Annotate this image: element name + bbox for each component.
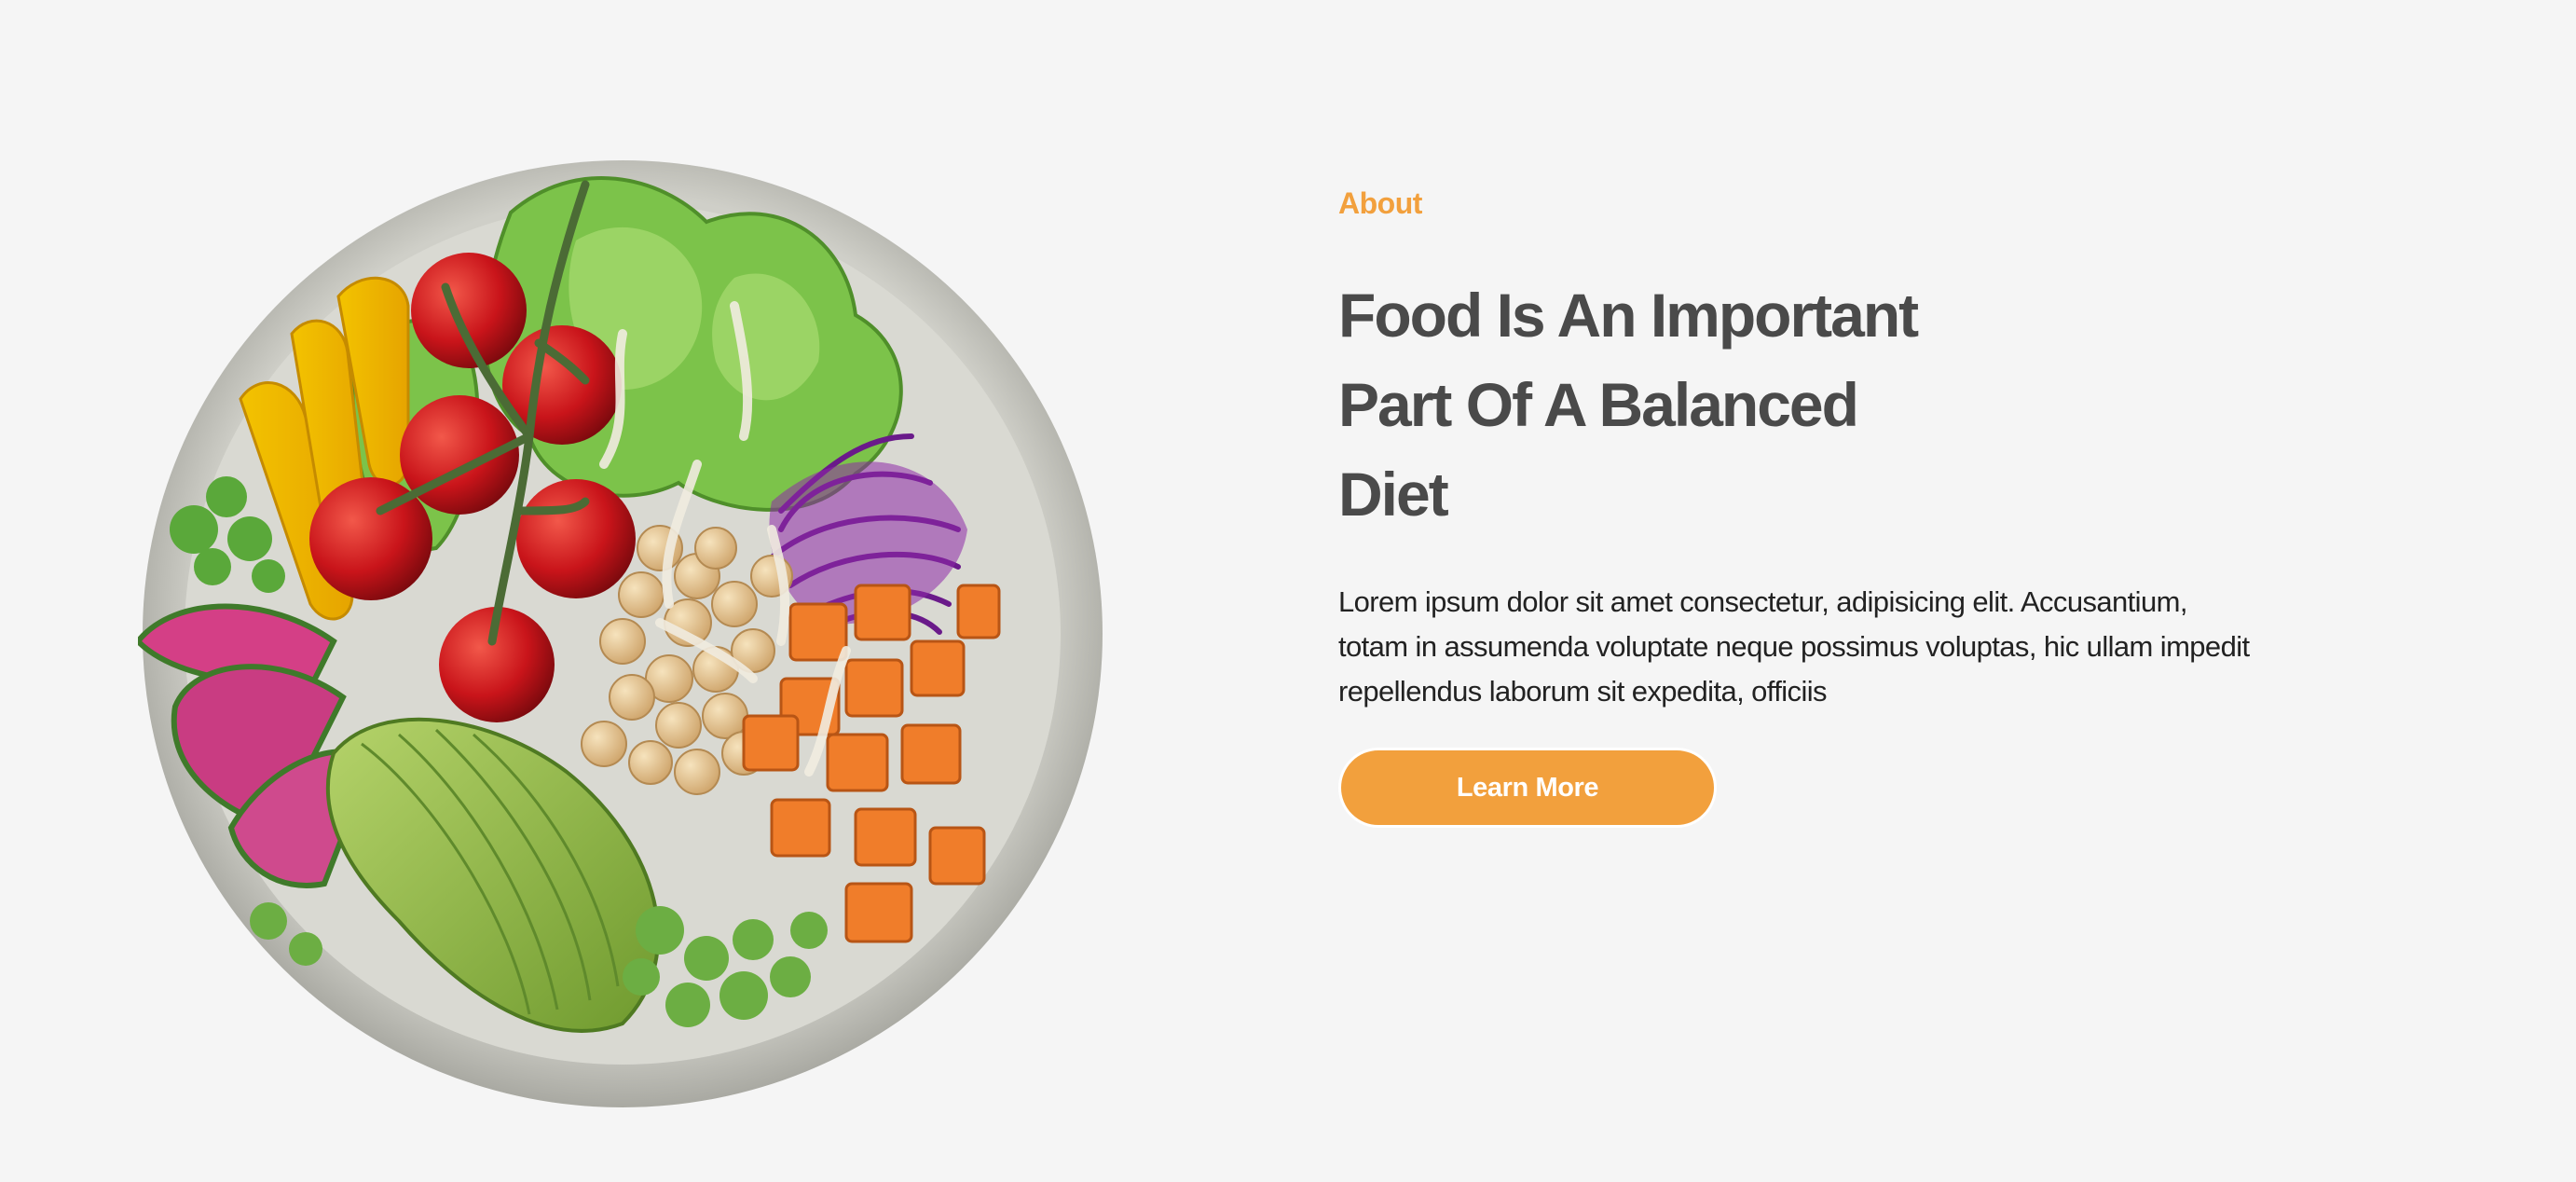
learn-more-button[interactable]: Learn More	[1338, 748, 1717, 828]
section-title: Food Is An Important Part Of A Balanced …	[1338, 270, 1991, 539]
about-section: About Food Is An Important Part Of A Bal…	[0, 0, 2576, 1182]
title-line: Part Of A Balanced	[1338, 370, 1859, 439]
section-description: Lorem ipsum dolor sit amet consectetur, …	[1338, 580, 2326, 714]
about-content: About Food Is An Important Part Of A Bal…	[1338, 183, 2401, 828]
title-line: Food Is An Important	[1338, 281, 1919, 350]
description-line: totam in assumenda voluptate neque possi…	[1338, 630, 2250, 663]
salad-bowl-image	[138, 157, 1126, 1117]
section-eyebrow: About	[1338, 186, 1422, 220]
title-line: Diet	[1338, 460, 1449, 529]
description-line: repellendus laborum sit expedita, offici…	[1338, 675, 1828, 708]
description-line: Lorem ipsum dolor sit amet consectetur, …	[1338, 585, 2187, 618]
